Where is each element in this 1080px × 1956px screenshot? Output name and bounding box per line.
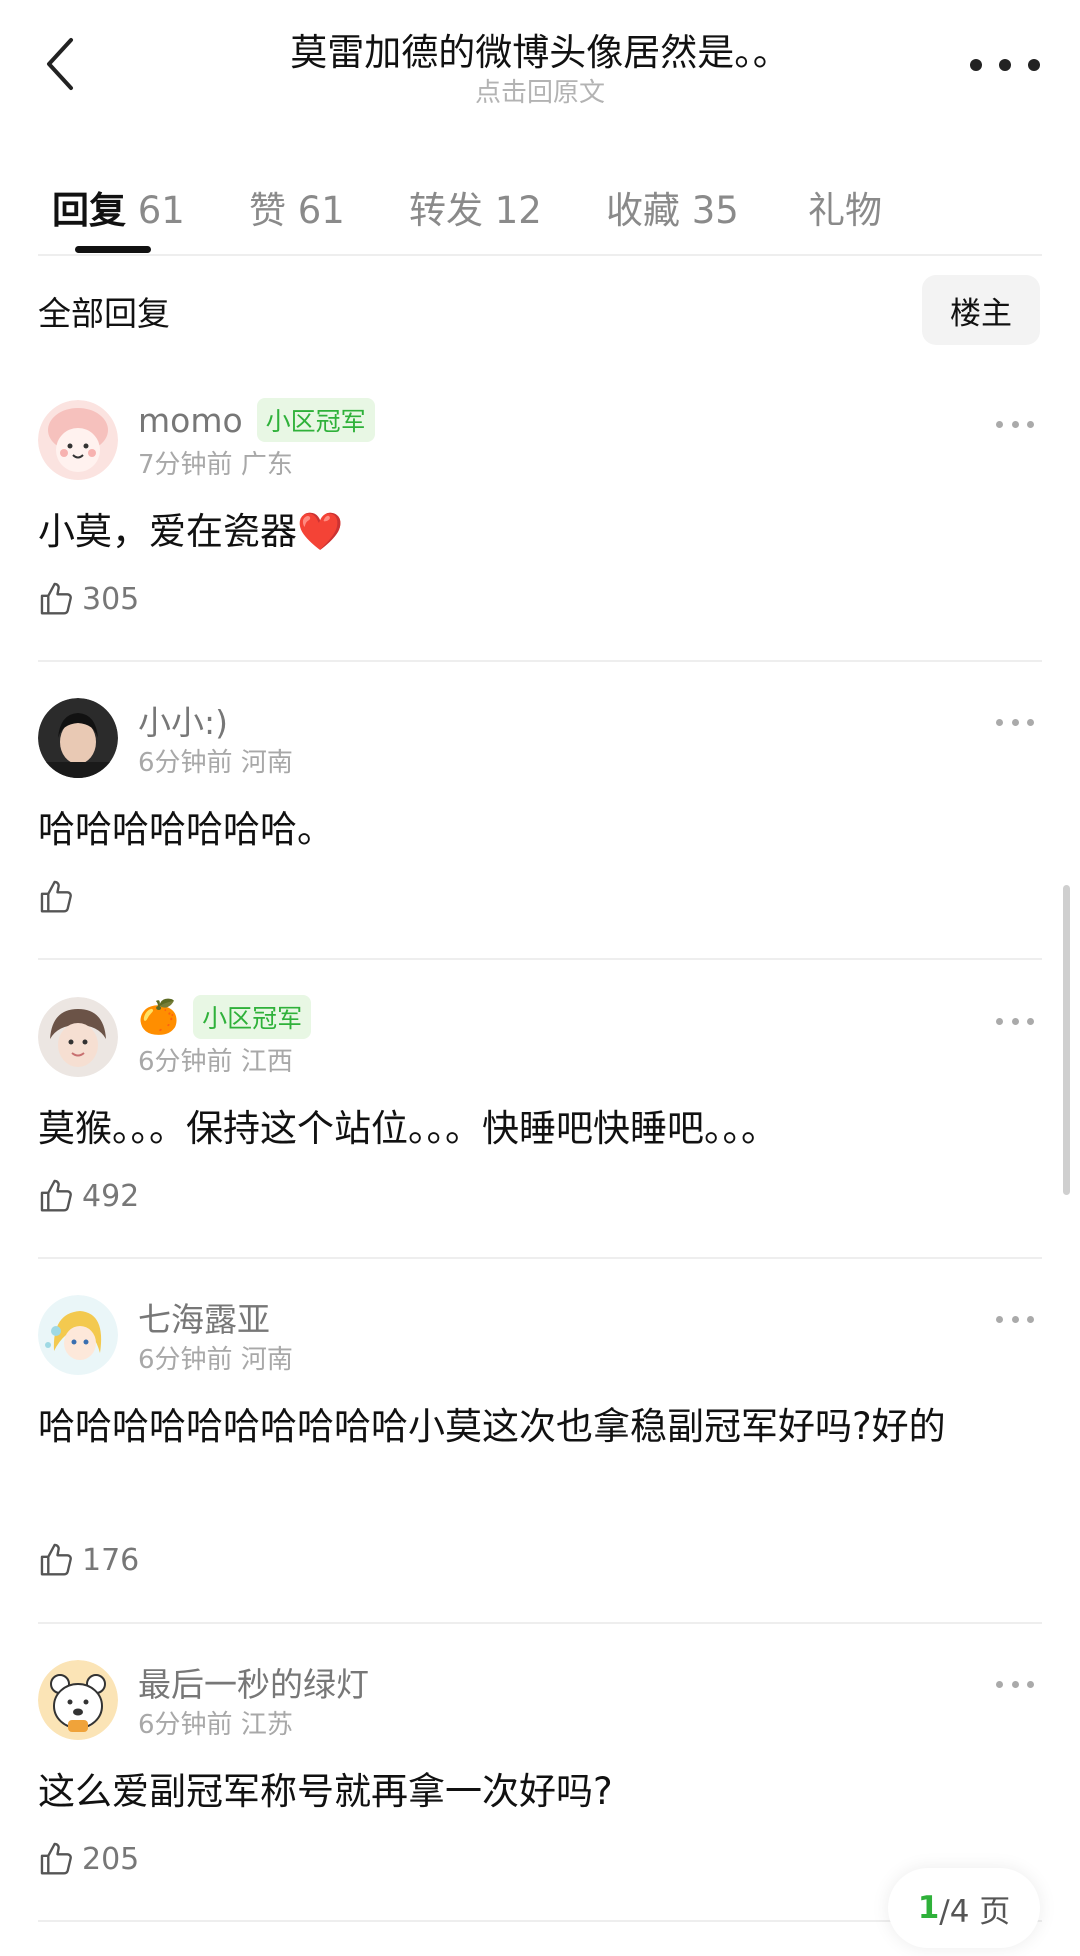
username[interactable]: 最后一秒的绿灯 <box>138 1658 369 1706</box>
comment-time: 6分钟前 <box>138 748 233 778</box>
comment-username-row[interactable]: 七海露亚 <box>138 1293 270 1341</box>
thumbs-up-icon <box>40 880 72 913</box>
comment-meta: 7分钟前 广东 <box>138 444 293 481</box>
tab-bar: 回复 61 赞 61 转发 12 收藏 35 礼物 <box>38 170 1042 250</box>
comment-username-row[interactable]: momo 小区冠军 <box>138 398 375 442</box>
comment-username-row[interactable]: 🍊 小区冠军 <box>138 995 312 1039</box>
divider <box>38 1257 1042 1259</box>
comment-meta: 6分钟前 河南 <box>138 1339 293 1376</box>
comment-meta: 6分钟前 江苏 <box>138 1704 293 1741</box>
like-button[interactable]: 205 <box>38 1840 139 1878</box>
tab-count: 35 <box>691 189 739 232</box>
comment-meta: 6分钟前 江西 <box>138 1041 293 1078</box>
tab-gifts[interactable]: 礼物 <box>808 180 882 234</box>
comment-text: 这么爱副冠军称号就再拿一次好吗? <box>38 1770 613 1813</box>
heart-emoji: ❤️ <box>297 510 344 553</box>
avatar[interactable] <box>38 400 118 480</box>
tab-label: 赞 <box>249 189 286 232</box>
page-title: 莫雷加德的微博头像居然是。。 <box>290 31 790 74</box>
like-count: 492 <box>82 1178 140 1214</box>
divider <box>38 660 1042 662</box>
page-indicator[interactable]: 1/4 页 <box>888 1868 1040 1948</box>
comment-more-icon[interactable] <box>996 1309 1034 1329</box>
divider <box>38 1622 1042 1624</box>
thumbs-up-icon <box>40 1179 72 1212</box>
current-page: 1 <box>917 1890 940 1926</box>
thumbs-up-icon <box>40 1543 72 1576</box>
comment-location: 广东 <box>240 450 293 480</box>
status-badge: 小区冠军 <box>256 398 375 442</box>
comment-username-row[interactable]: 最后一秒的绿灯 <box>138 1658 369 1706</box>
divider <box>38 958 1042 960</box>
active-tab-indicator <box>75 246 151 253</box>
username[interactable]: momo <box>138 401 243 440</box>
comment-more-icon[interactable] <box>996 414 1034 434</box>
thumbs-up-icon <box>40 582 72 615</box>
comment-time: 7分钟前 <box>138 450 233 480</box>
like-count: 305 <box>82 581 140 617</box>
tab-label: 转发 <box>409 189 483 232</box>
tab-count: 12 <box>494 189 542 232</box>
tab-label: 礼物 <box>808 189 882 232</box>
thumbs-up-icon <box>40 1842 72 1875</box>
comment-time: 6分钟前 <box>138 1710 233 1740</box>
comment-item: 最后一秒的绿灯 6分钟前 江苏 这么爱副冠军称号就再拿一次好吗? 205 <box>38 1660 1042 1890</box>
username[interactable]: 小小:) <box>138 696 228 744</box>
tab-reposts[interactable]: 转发 12 <box>409 180 542 234</box>
tab-count: 61 <box>297 189 345 232</box>
avatar[interactable] <box>38 1660 118 1740</box>
comment-location: 江西 <box>240 1047 293 1077</box>
comment-item: 🍊 小区冠军 6分钟前 江西 莫猴。。。保持这个站位。。。快睡吧快睡吧。。。 4… <box>38 995 1042 1227</box>
comment-item: 七海露亚 6分钟前 河南 哈哈哈哈哈哈哈哈哈哈小莫这次也拿稳副冠军好吗?好的 1… <box>38 1295 1042 1595</box>
tab-likes[interactable]: 赞 61 <box>249 180 345 234</box>
tab-replies[interactable]: 回复 61 <box>52 180 185 234</box>
comment-meta: 6分钟前 河南 <box>138 742 293 779</box>
comment-location: 河南 <box>240 748 293 778</box>
like-button[interactable]: 305 <box>38 580 139 618</box>
comment-time: 6分钟前 <box>138 1345 233 1375</box>
total-pages: /4 页 <box>939 1893 1011 1930</box>
comment-text: 莫猴。。。保持这个站位。。。快睡吧快睡吧。。。 <box>38 1107 778 1150</box>
status-badge: 小区冠军 <box>193 995 312 1039</box>
like-button[interactable]: 492 <box>38 1177 139 1215</box>
comment-item: momo 小区冠军 7分钟前 广东 小莫，爱在瓷器❤️ 305 <box>38 398 1042 630</box>
username-orange-emoji[interactable]: 🍊 <box>138 997 179 1037</box>
like-count: 205 <box>82 1841 140 1877</box>
comment-more-icon[interactable] <box>996 1011 1034 1031</box>
comment-item: 小小:) 6分钟前 河南 哈哈哈哈哈哈哈。 <box>38 698 1042 928</box>
like-button[interactable] <box>38 878 82 916</box>
tab-count: 61 <box>137 189 185 232</box>
top-bar: 莫雷加德的微博头像居然是。。 点击回原文 <box>0 0 1080 120</box>
avatar[interactable] <box>38 1295 118 1375</box>
comment-text: 哈哈哈哈哈哈哈。 <box>38 808 334 851</box>
avatar[interactable] <box>38 997 118 1077</box>
comment-more-icon[interactable] <box>996 712 1034 732</box>
tab-label: 收藏 <box>606 189 680 232</box>
more-icon[interactable] <box>970 40 1040 90</box>
comment-more-icon[interactable] <box>996 1674 1034 1694</box>
avatar[interactable] <box>38 698 118 778</box>
like-button[interactable]: 176 <box>38 1541 139 1579</box>
comment-time: 6分钟前 <box>138 1047 233 1077</box>
comment-text: 哈哈哈哈哈哈哈哈哈哈小莫这次也拿稳副冠军好吗?好的 <box>38 1405 946 1448</box>
back-to-original-link[interactable]: 点击回原文 <box>0 72 1080 109</box>
all-replies-label: 全部回复 <box>38 294 170 333</box>
scrollbar[interactable] <box>1063 885 1070 1195</box>
tab-label: 回复 <box>52 189 126 232</box>
like-count: 176 <box>82 1542 140 1578</box>
owner-only-button[interactable]: 楼主 <box>922 275 1040 345</box>
username[interactable]: 七海露亚 <box>138 1293 270 1341</box>
comment-text: 小莫，爱在瓷器❤️ <box>38 510 344 553</box>
tab-favorites[interactable]: 收藏 35 <box>606 180 739 234</box>
comment-username-row[interactable]: 小小:) <box>138 696 228 744</box>
comment-location: 河南 <box>240 1345 293 1375</box>
comment-location: 江苏 <box>240 1710 293 1740</box>
divider <box>38 254 1042 256</box>
